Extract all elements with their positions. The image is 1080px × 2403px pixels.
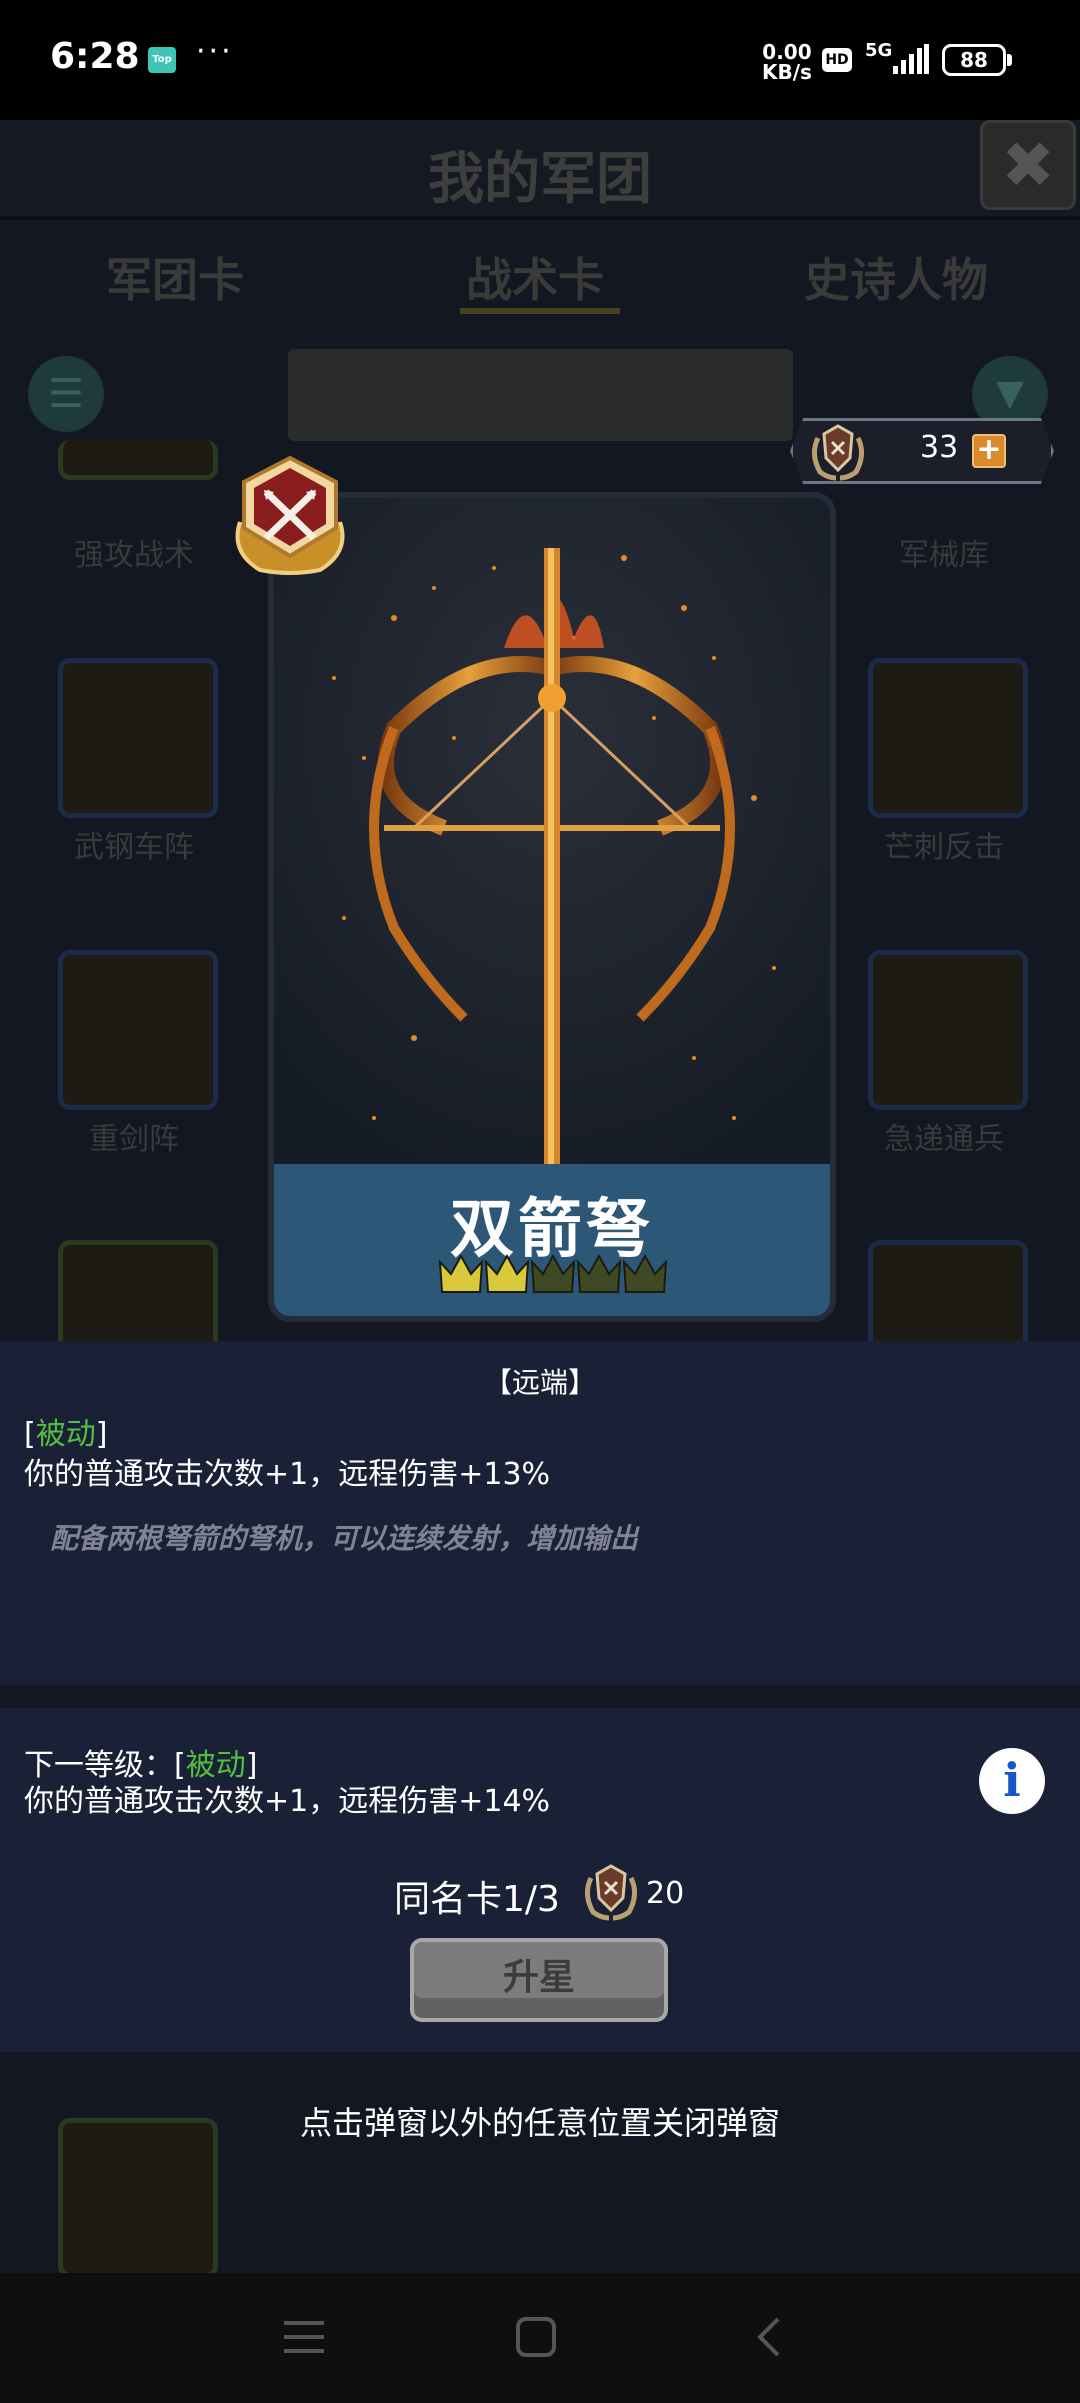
star-rating-crowns: [438, 1253, 668, 1293]
crown-lit-icon: [484, 1253, 530, 1293]
grid-card-label: 芒刺反击: [884, 830, 1004, 865]
app-notification-icon: Top: [148, 47, 176, 73]
crossed-arrows-badge-icon: [235, 455, 345, 575]
duplicate-count: 同名卡1/3: [394, 1879, 560, 1920]
tab-epic-figures[interactable]: 史诗人物: [804, 244, 988, 310]
star-up-button[interactable]: 升星: [410, 1938, 668, 2022]
status-time: 6:28: [50, 36, 140, 77]
tab-legion-cards[interactable]: 军团卡: [106, 244, 244, 310]
background-header: 我的军团 ✖: [0, 120, 1080, 220]
bracket-close: ]: [95, 1417, 108, 1452]
battery-icon: 88: [942, 44, 1006, 76]
effect-mode: 被动: [35, 1417, 96, 1452]
grid-card-label: 急递通兵: [884, 1122, 1004, 1157]
grid-card[interactable]: [58, 658, 218, 818]
home-icon[interactable]: [506, 2307, 566, 2367]
card-category-tag: 【远端】: [483, 1366, 596, 1399]
effect-mode-line: [被动]: [24, 1409, 107, 1453]
close-popup-hint: 点击弹窗以外的任意位置关闭弹窗: [299, 2104, 780, 2142]
active-tab-indicator: [460, 308, 620, 314]
grid-card[interactable]: [868, 950, 1028, 1110]
grid-card-label: 强攻战术: [74, 538, 194, 573]
network-type: 5G: [865, 40, 893, 61]
laurel-shield-emblem-icon: [585, 1864, 637, 1921]
info-icon[interactable]: i: [979, 1748, 1045, 1814]
battery-cap: [1007, 54, 1012, 66]
grid-card[interactable]: [58, 440, 218, 480]
add-currency-button[interactable]: +: [972, 434, 1006, 468]
grid-card[interactable]: [868, 658, 1028, 818]
hd-icon: HD: [822, 48, 852, 72]
next-level-effect: 你的普通攻击次数+1，远程伤害+14%: [24, 1784, 551, 1819]
tab-tactic-cards[interactable]: 战术卡: [466, 244, 604, 310]
page-title: 我的军团: [428, 147, 652, 212]
card-nameplate: 双箭弩: [274, 1164, 830, 1316]
net-speed-unit: KB/s: [762, 60, 812, 84]
crossbow-artwork: [274, 498, 830, 1164]
grid-card-label: 军械库: [899, 538, 989, 573]
net-speed-value: 0.00: [762, 40, 812, 64]
grid-card-label: 武钢车阵: [74, 830, 194, 865]
crown-empty-icon: [530, 1253, 576, 1293]
net-speed: 0.00 KB/s: [762, 42, 812, 82]
laurel-shield-emblem-icon: [812, 424, 864, 481]
signal-strength-icon: [893, 44, 929, 74]
duplicate-card-row: 同名卡1/3 20: [0, 1858, 1080, 1928]
star-up-cost: 20: [646, 1876, 685, 1911]
crown-empty-icon: [622, 1253, 668, 1293]
card-info-panel: 【远端】 [被动] 你的普通攻击次数+1，远程伤害+13% 配备两根弩箭的弩机，…: [0, 1341, 1080, 1685]
crown-empty-icon: [576, 1253, 622, 1293]
tactic-card: 双箭弩: [268, 492, 836, 1322]
status-bar: 6:28 Top ··· 0.00 KB/s HD 5G 88: [0, 0, 1080, 120]
menu-icon[interactable]: [274, 2307, 334, 2367]
crown-lit-icon: [438, 1253, 484, 1293]
grid-card-label: 重剑阵: [89, 1122, 179, 1157]
more-notifications-icon: ···: [196, 34, 234, 69]
list-menu-icon[interactable]: ☰: [28, 356, 104, 432]
bracket-open: [: [24, 1417, 36, 1452]
grid-card[interactable]: [58, 950, 218, 1110]
current-effect: 你的普通攻击次数+1，远程伤害+13%: [24, 1457, 551, 1492]
card-search-box: [288, 349, 793, 441]
back-icon[interactable]: [740, 2307, 800, 2367]
flavor-text: 配备两根弩箭的弩机，可以连续发射，增加输出: [50, 1522, 639, 1555]
currency-amount: 33: [920, 430, 959, 465]
close-icon[interactable]: ✖: [980, 120, 1076, 210]
system-nav-bar: [0, 2273, 1080, 2403]
